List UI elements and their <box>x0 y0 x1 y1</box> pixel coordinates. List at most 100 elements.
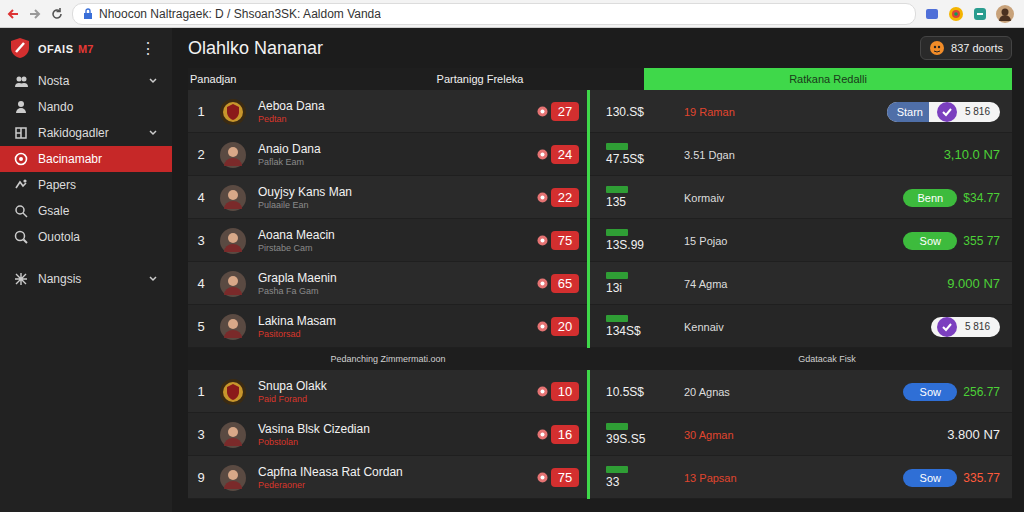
table-row[interactable]: 1Aeboa DanaPedtan27130.S$19 RamanStarn5 … <box>188 90 1012 133</box>
sidebar-label: Papers <box>38 178 76 192</box>
menu-item-icon <box>14 100 28 114</box>
amount: 130.S$ <box>606 105 670 119</box>
action-button[interactable]: Benn <box>903 189 957 207</box>
logo[interactable]: OFAIS M7⋮ <box>0 28 172 68</box>
action-cell: Sow 355 77 <box>812 232 1012 250</box>
toggle-value: 5 816 <box>965 106 990 117</box>
person-avatar-icon <box>219 313 247 341</box>
shield-logo-icon <box>10 37 30 59</box>
sidebar-item[interactable]: Bacinamabr <box>0 146 172 172</box>
sidebar-item[interactable]: Papers <box>0 172 172 198</box>
check-toggle[interactable] <box>937 317 957 337</box>
action-cell: Sow 256.77 <box>812 383 1012 401</box>
detail: 19 Raman <box>670 106 812 118</box>
table-row[interactable]: 5Lakina MasamPasitorsad20134S$Kennaiv5 8… <box>188 305 1012 348</box>
mascot-icon <box>929 40 945 56</box>
sidebar-item[interactable]: Ouotola <box>0 224 172 250</box>
extension-icon[interactable] <box>924 6 940 22</box>
color-logo-icon[interactable] <box>948 6 964 22</box>
score-cell: 65 <box>537 274 587 293</box>
score-dot-icon <box>537 386 548 397</box>
action-cell: 3.800 N7 <box>812 427 1012 442</box>
player-name-cell: Lakina MasamPasitorsad <box>252 314 537 339</box>
toggle-label: Starn <box>887 102 929 122</box>
toggle[interactable]: Starn 5 816 <box>887 102 1000 122</box>
action-button[interactable]: Sow <box>903 232 957 250</box>
column-header: Ratkana Redalli <box>644 68 1012 90</box>
amount-cell: 47.5S$ <box>590 143 670 166</box>
score-cell: 75 <box>537 231 587 250</box>
action-value: 335.77 <box>963 471 1000 485</box>
reload-icon[interactable] <box>50 7 64 21</box>
rank: 1 <box>188 104 214 119</box>
player-name: Anaio Dana <box>258 142 537 156</box>
rank: 2 <box>188 147 214 162</box>
chevron-icon[interactable] <box>148 76 158 86</box>
player-name: Vasina Blsk Cizedian <box>258 422 537 436</box>
player-name-cell: Aoana MeacinPirstabe Cam <box>252 228 537 253</box>
score-dot-icon <box>537 235 548 246</box>
detail: 3.51 Dgan <box>670 149 812 161</box>
action-value: 256.77 <box>963 385 1000 399</box>
table-row[interactable]: 1Snupa OlakkPaid Forand1010.5S$20 AgnasS… <box>188 370 1012 413</box>
toggle[interactable]: 5 816 <box>931 317 1000 337</box>
sidebar-item[interactable]: Rakidogadler <box>0 120 172 146</box>
app-icon[interactable] <box>972 6 988 22</box>
forward-icon[interactable] <box>28 7 42 21</box>
column-divider <box>587 305 590 348</box>
main-panel: Olahlko Nananar837 doortsPanadjanPartani… <box>172 28 1024 512</box>
score-badge: 75 <box>551 468 579 487</box>
chevron-icon[interactable] <box>148 274 158 284</box>
table-row[interactable]: 3Vasina Blsk CizedianPobstolan1639S.S530… <box>188 413 1012 456</box>
detail: Kormaiv <box>670 192 812 204</box>
detail: 13 Papsan <box>670 472 812 484</box>
profile-icon[interactable] <box>996 5 1014 23</box>
detail: 74 Agma <box>670 278 812 290</box>
amount-cell: 130.S$ <box>590 105 670 119</box>
action-button[interactable]: Sow <box>903 383 957 401</box>
sidebar-item[interactable]: Nosta <box>0 68 172 94</box>
action-value: 355 77 <box>963 234 1000 248</box>
detail: 30 Agman <box>670 429 812 441</box>
action-value: 9.000 N7 <box>947 276 1000 291</box>
amount: 13i <box>606 281 670 295</box>
amount: 10.5S$ <box>606 385 670 399</box>
table-row[interactable]: 9Capfna INeasa Rat CordanPederaoner75331… <box>188 456 1012 499</box>
table-row[interactable]: 4Grapla MaeninPasha Fa Gam6513i74 Agma9.… <box>188 262 1012 305</box>
player-team: Pobstolan <box>258 437 537 447</box>
player-name: Aeboa Dana <box>258 99 537 113</box>
sidebar-item[interactable]: Nando <box>0 94 172 120</box>
crest-icon <box>219 98 247 126</box>
score-dot-icon <box>537 278 548 289</box>
player-name-cell: Ouyjsy Kans ManPulaaile Ean <box>252 185 537 210</box>
points-badge[interactable]: 837 doorts <box>920 36 1012 60</box>
address-text: Nhoocon Naltragaek: D / Shsoan3SK: Aaldo… <box>99 7 381 21</box>
back-icon[interactable] <box>6 7 20 21</box>
score-badge: 24 <box>551 145 579 164</box>
score-cell: 24 <box>537 145 587 164</box>
check-toggle[interactable] <box>937 102 957 122</box>
score-cell: 22 <box>537 188 587 207</box>
action-button[interactable]: Sow <box>903 469 957 487</box>
menu-icon[interactable]: ⋮ <box>136 39 160 58</box>
column-divider <box>587 133 590 176</box>
menu-item-icon <box>14 178 28 192</box>
menu-item-icon <box>14 74 28 88</box>
person-avatar-icon <box>219 227 247 255</box>
sidebar-item[interactable]: Gsale <box>0 198 172 224</box>
address-bar[interactable]: Nhoocon Naltragaek: D / Shsoan3SK: Aaldo… <box>72 3 916 25</box>
sidebar-item[interactable]: Nangsis <box>0 266 172 292</box>
rank: 4 <box>188 190 214 205</box>
score-badge: 20 <box>551 317 579 336</box>
sidebar-label: Nando <box>38 100 73 114</box>
table-row[interactable]: 3Aoana MeacinPirstabe Cam7513S.9915 Poja… <box>188 219 1012 262</box>
player-name-cell: Capfna INeasa Rat CordanPederaoner <box>252 465 537 490</box>
table-row[interactable]: 2Anaio DanaPaflak Eam2447.5S$3.51 Dgan3,… <box>188 133 1012 176</box>
avatar <box>214 141 252 169</box>
score-dot-icon <box>537 192 548 203</box>
player-name: Lakina Masam <box>258 314 537 328</box>
chevron-icon[interactable] <box>148 128 158 138</box>
amount-tag <box>606 229 628 236</box>
table-row[interactable]: 4Ouyjsy Kans ManPulaaile Ean22135Kormaiv… <box>188 176 1012 219</box>
amount-cell: 134S$ <box>590 315 670 338</box>
